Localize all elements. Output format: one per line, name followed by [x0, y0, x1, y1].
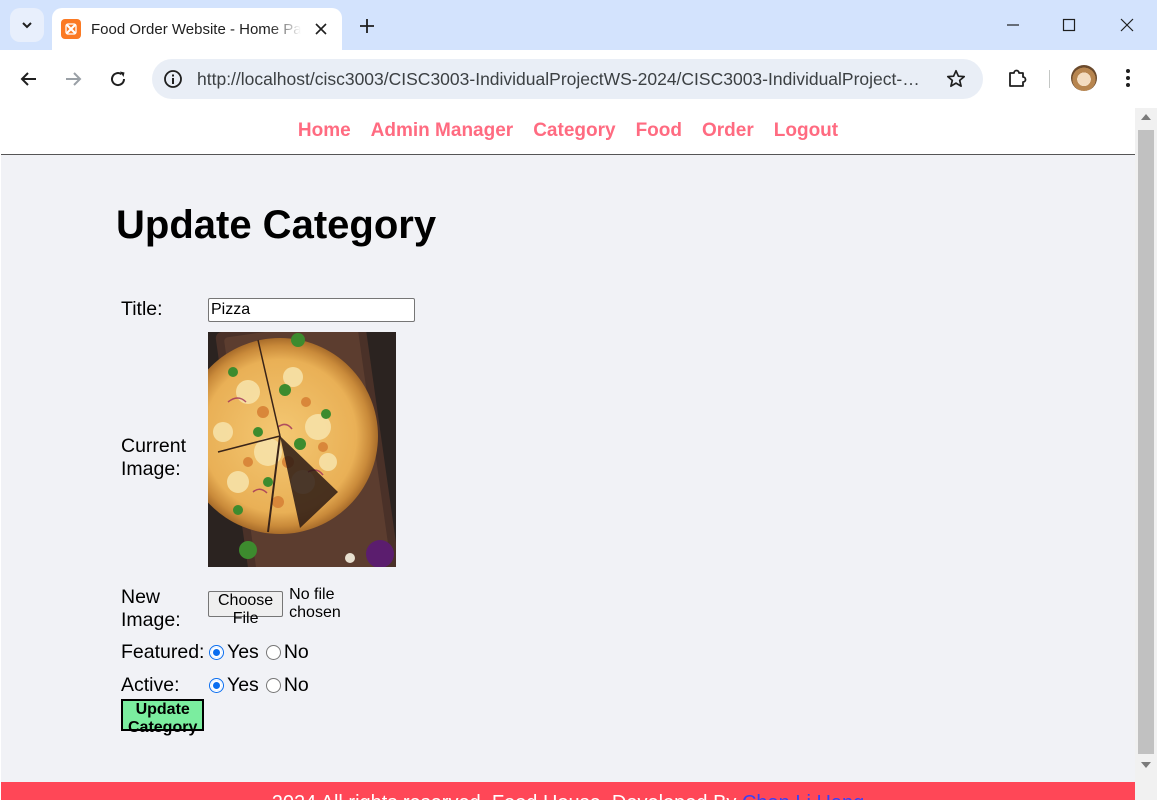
browser-toolbar: http://localhost/cisc3003/CISC3003-Indiv…: [0, 50, 1157, 108]
scroll-up-arrow-icon[interactable]: [1141, 114, 1151, 120]
title-label: Title:: [121, 298, 163, 320]
update-category-button[interactable]: Update Category: [121, 699, 205, 736]
file-status-text: No file chosen: [289, 586, 341, 621]
url-text[interactable]: http://localhost/cisc3003/CISC3003-Indiv…: [197, 69, 935, 90]
forward-arrow-icon[interactable]: [58, 64, 88, 94]
close-window-icon[interactable]: [1112, 10, 1142, 40]
nav-link-admin-manager[interactable]: Admin Manager: [371, 108, 514, 154]
title-input[interactable]: [208, 298, 415, 322]
current-category-image: [208, 332, 396, 567]
current-image-label: Current Image:: [121, 435, 187, 480]
tab-title: Food Order Website - Home Page: [91, 20, 301, 38]
extensions-puzzle-icon[interactable]: [1003, 64, 1031, 92]
page-scrollbar[interactable]: [1135, 108, 1157, 800]
site-info-icon[interactable]: [162, 68, 184, 90]
bookmark-star-icon[interactable]: [945, 68, 967, 90]
active-label: Active:: [121, 674, 180, 696]
nav-link-order[interactable]: Order: [702, 108, 754, 154]
footer-author-link[interactable]: Chan Li Hang: [742, 792, 864, 800]
new-tab-plus-icon[interactable]: [354, 13, 380, 39]
browser-menu-dots-icon[interactable]: [1116, 64, 1140, 92]
page-viewport: Home Admin Manager Category Food Order Logout…: [1, 108, 1135, 800]
back-arrow-icon[interactable]: [14, 64, 44, 94]
nav-link-logout[interactable]: Logout: [774, 108, 838, 154]
active-yes-radio[interactable]: [209, 678, 224, 693]
featured-radio-group: Yes No: [208, 641, 315, 664]
page-title: Update Category: [116, 203, 437, 247]
file-upload-control: Choose File No file chosen: [208, 586, 341, 627]
page-footer: 2024 All rights reserved. Food House. De…: [1, 782, 1135, 800]
scroll-down-arrow-icon[interactable]: [1141, 762, 1151, 768]
address-bar[interactable]: http://localhost/cisc3003/CISC3003-Indiv…: [152, 59, 983, 99]
browser-titlebar: Food Order Website - Home Page: [0, 0, 1157, 50]
maximize-icon[interactable]: [1054, 10, 1084, 40]
nav-link-home[interactable]: Home: [298, 108, 351, 154]
site-nav-menu: Home Admin Manager Category Food Order Logout: [1, 108, 1135, 155]
active-radio-group: Yes No: [208, 674, 315, 697]
nav-link-category[interactable]: Category: [533, 108, 615, 154]
active-no-radio[interactable]: [265, 678, 281, 693]
chevron-down-icon: [22, 22, 32, 29]
new-image-label: New Image:: [121, 586, 181, 631]
xampp-favicon-icon: [61, 19, 81, 39]
featured-yes-radio[interactable]: [209, 645, 224, 660]
reload-icon[interactable]: [103, 64, 133, 94]
active-yes-label: Yes: [227, 674, 259, 696]
choose-file-button[interactable]: Choose File: [208, 591, 284, 627]
profile-avatar[interactable]: [1071, 65, 1097, 91]
minimize-icon[interactable]: [998, 10, 1028, 40]
tab-search-button[interactable]: [10, 8, 44, 42]
featured-label: Featured:: [121, 641, 205, 663]
featured-no-label: No: [283, 641, 309, 663]
tab-close-icon[interactable]: [312, 20, 330, 38]
nav-link-food[interactable]: Food: [636, 108, 682, 154]
active-no-label: No: [283, 674, 309, 696]
scrollbar-thumb[interactable]: [1138, 130, 1154, 754]
featured-no-radio[interactable]: [265, 645, 281, 660]
footer-text: 2024 All rights reserved. Food House. De…: [272, 792, 737, 800]
browser-tab-active[interactable]: Food Order Website - Home Page: [52, 8, 342, 50]
toolbar-divider: [1049, 70, 1050, 88]
featured-yes-label: Yes: [227, 641, 259, 663]
